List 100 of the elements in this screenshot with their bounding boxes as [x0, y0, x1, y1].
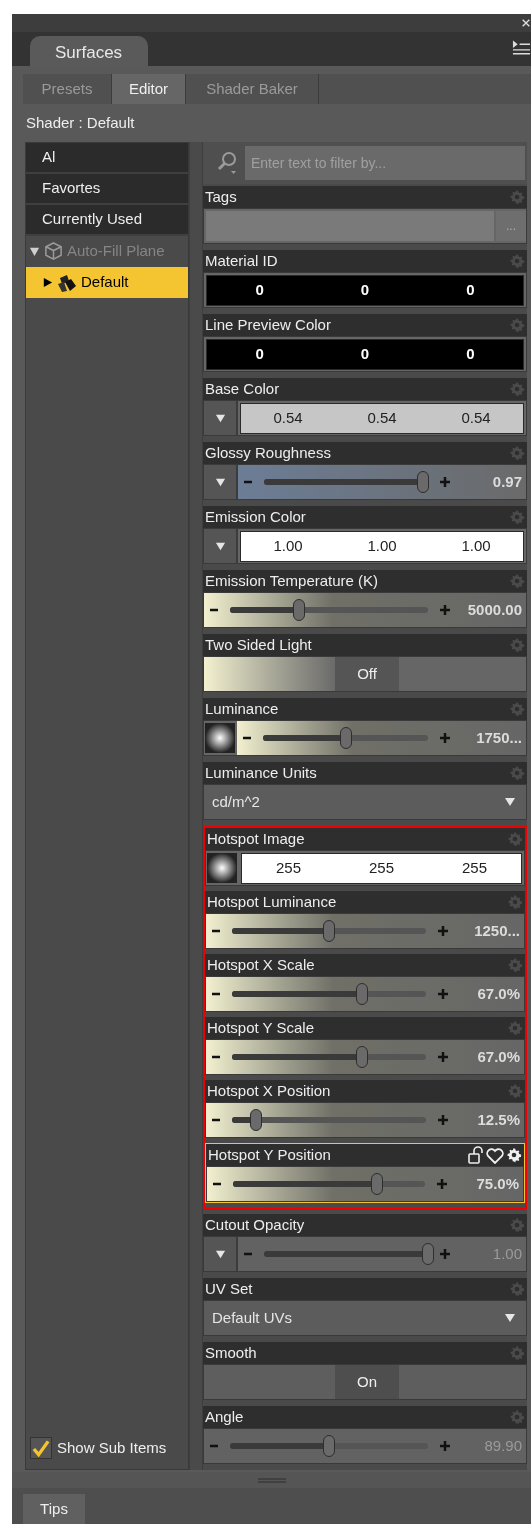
property-label: Cutout Opacity — [205, 1214, 305, 1235]
property-label: Hotspot Luminance — [207, 891, 337, 912]
caret-icon — [214, 412, 226, 424]
dropdown[interactable]: cd/m^2 — [204, 785, 526, 819]
property-label: Two Sided Light — [205, 634, 312, 655]
slider-thumb[interactable] — [323, 920, 335, 942]
caret-icon — [214, 1248, 226, 1260]
minus-icon[interactable] — [243, 735, 251, 741]
toggle-button[interactable]: Off — [335, 657, 399, 691]
search-icon[interactable] — [217, 151, 239, 175]
minus-icon[interactable] — [212, 1054, 220, 1060]
color-value: 1.00 — [366, 535, 398, 556]
panel-tab[interactable]: Surfaces — [30, 36, 148, 66]
minus-icon[interactable] — [212, 1117, 220, 1123]
slider-thumb[interactable] — [371, 1173, 383, 1195]
minus-icon[interactable] — [210, 607, 218, 613]
tips-tab[interactable]: Tips — [23, 1494, 85, 1524]
slider-value: 67.0% — [476, 983, 520, 1004]
property-label: Smooth — [205, 1342, 257, 1363]
color-value: 0.54 — [272, 407, 304, 428]
shader-icon — [57, 273, 77, 292]
property-label: Hotspot Y Scale — [207, 1017, 314, 1038]
property-label: Angle — [205, 1406, 244, 1427]
slider-value: 1250... — [473, 920, 520, 941]
color-value: 1.00 — [272, 535, 304, 556]
property-label: Hotspot Y Position — [208, 1144, 331, 1165]
property-label: Line Preview Color — [205, 314, 331, 335]
property-label: Base Color — [205, 378, 280, 399]
plus-icon[interactable] — [440, 605, 450, 615]
plus-icon[interactable] — [440, 733, 450, 743]
plus-icon[interactable] — [437, 1179, 447, 1189]
property-label: Hotspot X Scale — [207, 954, 315, 975]
slider-thumb[interactable] — [293, 599, 306, 621]
color-value: 0 — [254, 343, 265, 364]
slider-value: 0.97 — [491, 471, 522, 492]
sidebar-item[interactable]: Favortes — [26, 174, 188, 205]
minus-icon[interactable] — [212, 928, 220, 934]
color-value: 0 — [254, 279, 265, 300]
plus-icon[interactable] — [438, 1115, 448, 1125]
property-label: Emission Color — [205, 506, 306, 527]
color-value: 0 — [465, 343, 476, 364]
color-field[interactable]: 1.00 1.00 1.00 — [240, 530, 524, 562]
property-label: Glossy Roughness — [205, 442, 331, 463]
caret-icon — [214, 540, 226, 552]
color-value: 0 — [465, 279, 476, 300]
slider-value: 1750... — [475, 727, 522, 748]
menu-button[interactable] — [204, 401, 238, 435]
tree-label: Default — [81, 272, 129, 293]
color-field[interactable]: 255 255 255 — [241, 852, 522, 884]
image-swatch[interactable] — [205, 723, 235, 753]
property-label: Emission Temperature (K) — [205, 570, 379, 591]
property-label: Tags — [205, 186, 237, 207]
caret-icon — [504, 796, 516, 808]
color-value: 255 — [275, 857, 302, 878]
toggle-button[interactable]: On — [335, 1365, 399, 1399]
lock-icon[interactable] — [468, 1146, 484, 1164]
slider-value: 67.0% — [476, 1046, 520, 1067]
color-field[interactable]: 0 0 0 — [206, 338, 524, 370]
sidebar-item[interactable]: Currently Used — [26, 205, 188, 236]
dropdown[interactable]: Default UVs — [204, 1301, 526, 1335]
settings-icon[interactable] — [506, 1147, 522, 1163]
color-value: 255 — [461, 857, 488, 878]
plus-icon[interactable] — [438, 1052, 448, 1062]
slider-value: 5000.00 — [466, 599, 522, 620]
minus-icon[interactable] — [213, 1181, 221, 1187]
heart-icon[interactable] — [486, 1146, 504, 1164]
close-icon[interactable] — [521, 18, 531, 28]
property-label: Luminance Units — [205, 762, 317, 783]
show-sub-items-checkbox[interactable] — [30, 1437, 52, 1459]
slider-value: 12.5% — [476, 1109, 520, 1130]
plus-icon[interactable] — [438, 926, 448, 936]
editor-tab[interactable]: Editor — [112, 74, 186, 104]
property-label: Hotspot X Position — [207, 1080, 331, 1101]
tree-label: Auto-Fill Plane — [67, 241, 165, 262]
slider-control[interactable]: 0.97 — [238, 465, 526, 499]
sidebar-item[interactable]: Al — [26, 143, 188, 174]
color-value: 1.00 — [460, 535, 492, 556]
slider-thumb[interactable] — [250, 1109, 263, 1131]
slider-value: 1.00 — [491, 1243, 522, 1264]
caret-icon — [214, 476, 226, 488]
menu-button[interactable] — [204, 465, 238, 499]
slider-thumb[interactable] — [339, 727, 352, 749]
color-field[interactable]: 0.54 0.54 0.54 — [240, 402, 524, 434]
slider-value: 89.90 — [483, 1435, 522, 1456]
caret-icon — [504, 1312, 516, 1324]
plus-icon[interactable] — [438, 989, 448, 999]
cube-icon — [44, 242, 63, 261]
slider-thumb[interactable] — [417, 471, 430, 493]
minus-icon[interactable] — [212, 991, 220, 997]
color-field[interactable]: 0 0 0 — [206, 274, 524, 306]
color-value: 0.54 — [366, 407, 398, 428]
slider-thumb[interactable] — [355, 983, 368, 1005]
menu-button[interactable] — [204, 529, 238, 563]
color-value: 0 — [359, 343, 371, 364]
image-swatch[interactable] — [207, 853, 237, 883]
plus-icon[interactable] — [440, 477, 450, 487]
slider-thumb[interactable] — [355, 1046, 368, 1068]
color-value: 0.54 — [460, 407, 492, 428]
slider-value: 75.0% — [475, 1173, 519, 1194]
panel-menu-icon[interactable] — [512, 39, 531, 56]
